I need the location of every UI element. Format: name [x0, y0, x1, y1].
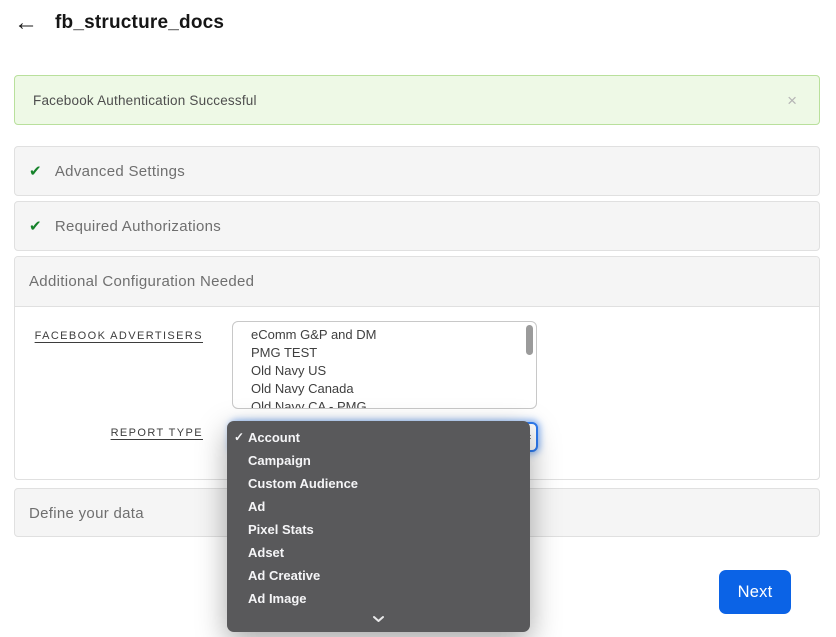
close-icon[interactable]: ×	[783, 92, 801, 109]
listbox-option[interactable]: Old Navy CA - PMG	[233, 398, 536, 409]
menu-item-adset[interactable]: Adset	[227, 541, 530, 564]
menu-item-label: Ad Image	[248, 591, 307, 606]
section-advanced-settings-header[interactable]: ✔ Advanced Settings	[15, 147, 819, 195]
section-label: Define your data	[29, 505, 144, 522]
menu-item-custom-audience[interactable]: Custom Audience	[227, 472, 530, 495]
success-banner: Facebook Authentication Successful ×	[14, 75, 820, 125]
section-required-authorizations: ✔ Required Authorizations	[14, 201, 820, 251]
back-arrow-icon[interactable]: ←	[14, 10, 38, 36]
menu-item-label: Custom Audience	[248, 476, 358, 491]
check-icon: ✔	[29, 164, 42, 179]
section-advanced-settings: ✔ Advanced Settings	[14, 146, 820, 196]
section-additional-configuration-header[interactable]: Additional Configuration Needed	[15, 257, 819, 307]
listbox-option[interactable]: Old Navy Canada	[233, 380, 536, 398]
menu-item-label: Adset	[248, 545, 284, 560]
menu-item-label: Campaign	[248, 453, 311, 468]
success-banner-message: Facebook Authentication Successful	[33, 93, 783, 108]
page-title: fb_structure_docs	[55, 12, 224, 34]
menu-item-pixel-stats[interactable]: Pixel Stats	[227, 518, 530, 541]
menu-item-ad[interactable]: Ad	[227, 495, 530, 518]
menu-item-label: Ad	[248, 499, 265, 514]
next-button[interactable]: Next	[719, 570, 791, 614]
page-header: ← fb_structure_docs	[14, 10, 224, 36]
section-label: Advanced Settings	[55, 163, 185, 180]
menu-item-label: Account	[248, 430, 300, 445]
selected-check-icon: ✓	[234, 426, 244, 449]
check-icon: ✔	[29, 219, 42, 234]
section-required-authorizations-header[interactable]: ✔ Required Authorizations	[15, 202, 819, 250]
section-label: Required Authorizations	[55, 218, 221, 235]
menu-item-ad-creative[interactable]: Ad Creative	[227, 564, 530, 587]
report-type-dropdown-menu: ✓ Account Campaign Custom Audience Ad Pi…	[227, 421, 530, 632]
listbox-option[interactable]: eComm G&P and DM	[233, 326, 536, 344]
scroll-down-chevron-icon[interactable]	[227, 610, 530, 628]
menu-item-label: Ad Creative	[248, 568, 320, 583]
menu-item-ad-image[interactable]: Ad Image	[227, 587, 530, 610]
listbox-option[interactable]: PMG TEST	[233, 344, 536, 362]
connection-setup-page: ← fb_structure_docs Facebook Authenticat…	[0, 0, 836, 637]
menu-item-campaign[interactable]: Campaign	[227, 449, 530, 472]
menu-item-account[interactable]: ✓ Account	[227, 426, 530, 449]
facebook-advertisers-listbox[interactable]: eComm G&P and DM PMG TEST Old Navy US Ol…	[232, 321, 537, 409]
report-type-label: REPORT TYPE	[15, 427, 203, 439]
section-label: Additional Configuration Needed	[29, 273, 254, 290]
listbox-option[interactable]: Old Navy US	[233, 362, 536, 380]
scrollbar-thumb[interactable]	[526, 325, 533, 355]
facebook-advertisers-label: FACEBOOK ADVERTISERS	[15, 330, 203, 342]
menu-item-label: Pixel Stats	[248, 522, 314, 537]
